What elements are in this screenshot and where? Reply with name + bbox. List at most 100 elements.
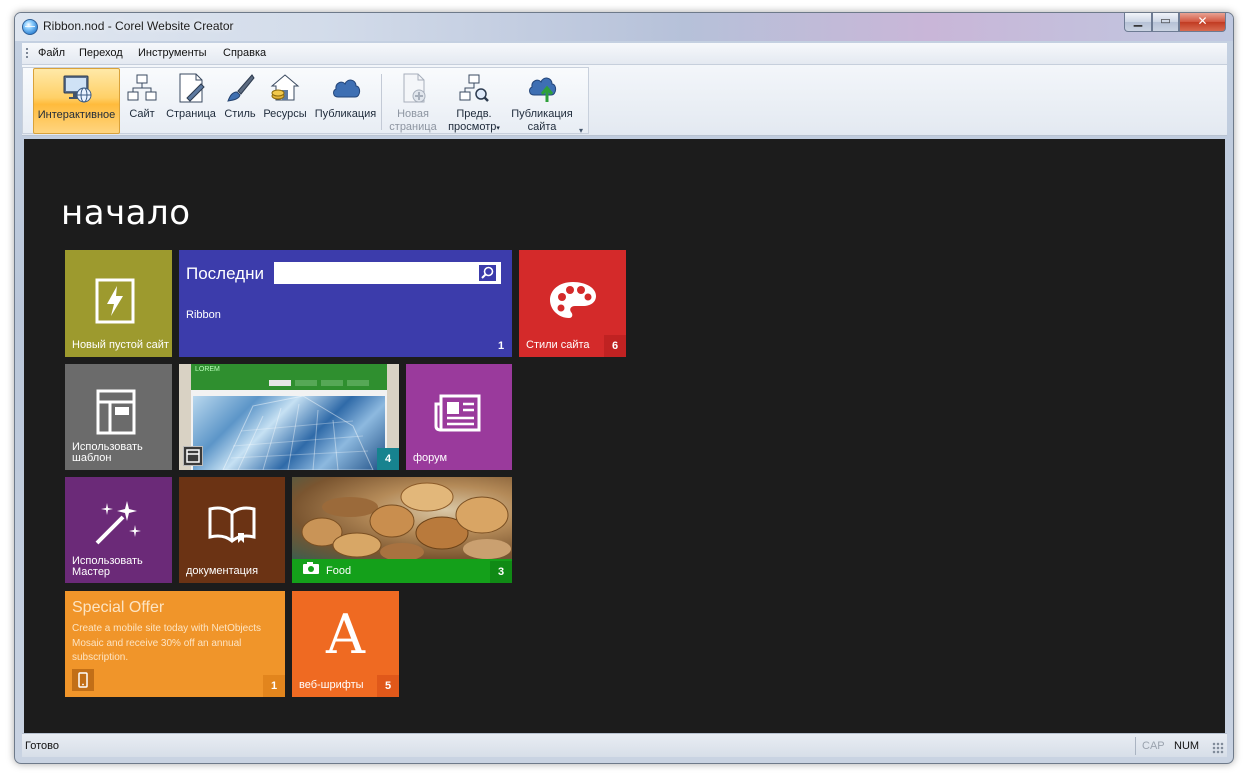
new-page-icon (403, 73, 426, 103)
preview-label-line1: Предв. (456, 108, 492, 120)
magic-wand-icon (95, 501, 141, 545)
new-page-label-line2: страница (389, 121, 437, 133)
recent-search-button[interactable] (478, 264, 497, 282)
resources-label: Ресурсы (263, 108, 307, 120)
special-offer-tile[interactable]: Special Offer Create a mobile site today… (65, 591, 285, 697)
style-button[interactable]: Стиль (222, 68, 258, 134)
maximize-button[interactable]: ▭ (1152, 13, 1179, 32)
food-badge: 3 (490, 561, 512, 583)
food-tile[interactable]: Food 3 (292, 477, 512, 583)
menu-tools[interactable]: Инструменты (138, 47, 207, 59)
menu-navigate[interactable]: Переход (79, 47, 123, 59)
app-window: Ribbon.nod - Corel Website Creator ▁ ▭ ✕… (14, 12, 1234, 764)
resources-house-icon (270, 74, 300, 101)
web-fonts-tile[interactable]: A веб-шрифты 5 (292, 591, 399, 697)
recent-sites-tile[interactable]: Последни Ribbon 1 (179, 250, 512, 357)
use-template-tile[interactable]: Использовать шаблон (65, 364, 172, 470)
close-icon: ✕ (1197, 14, 1208, 28)
documentation-label: документация (186, 565, 259, 577)
new-page-button[interactable]: Новая страница (385, 68, 441, 134)
app-globe-icon[interactable] (22, 19, 38, 35)
template-layout-icon (96, 389, 136, 435)
menu-help[interactable]: Справка (223, 47, 266, 59)
recent-search-input[interactable] (274, 262, 501, 284)
close-button[interactable]: ✕ (1179, 13, 1226, 32)
page-button[interactable]: Страница (163, 68, 219, 134)
web-fonts-label: веб-шрифты (299, 679, 364, 691)
minimize-icon: ▁ (1133, 15, 1143, 27)
cloud-upload-icon (529, 77, 557, 102)
monitor-globe-icon (63, 75, 91, 103)
template-photo-tile[interactable]: LOREM 4 (179, 364, 399, 470)
num-indicator: NUM (1174, 740, 1200, 752)
preview-button[interactable]: Предв. просмотр▾ (443, 68, 505, 134)
ribbon-expand-icon[interactable]: ▾ (579, 126, 583, 135)
publish-label: Публикация (314, 108, 377, 120)
paintbrush-icon (227, 74, 255, 102)
use-wizard-label-line2: Мастер (72, 566, 111, 578)
recent-item-ribbon[interactable]: Ribbon (186, 309, 221, 321)
template-photo-badge: 4 (377, 448, 399, 470)
status-bar: Готово CAP NUM (22, 733, 1227, 757)
start-screen: начало Новый пустой сайт Последни Ribbon… (24, 139, 1225, 733)
recent-title: Последни (186, 264, 264, 283)
new-site-label: Новый пустой сайт (72, 339, 169, 351)
site-label: Сайт (129, 108, 155, 120)
resources-button[interactable]: Ресурсы (261, 68, 309, 134)
use-template-label-line2: шаблон (72, 452, 112, 464)
title-bar[interactable]: Ribbon.nod - Corel Website Creator (15, 13, 1233, 41)
ribbon-panel: Интерактивное Сайт Страница Стиль Ресурс… (22, 67, 589, 135)
ribbon-separator (381, 74, 382, 130)
web-fonts-badge: 5 (377, 675, 399, 697)
special-offer-title: Special Offer (72, 599, 165, 616)
open-book-icon (208, 506, 256, 543)
mobile-phone-icon (72, 669, 94, 691)
special-offer-text: Create a mobile site today with NetObjec… (72, 623, 261, 663)
maximize-icon: ▭ (1160, 15, 1171, 27)
publish-site-button[interactable]: Публикация сайта (508, 68, 576, 134)
search-icon (481, 266, 494, 279)
preview-tree-icon (459, 74, 489, 102)
food-photo (292, 477, 512, 561)
preview-label-line2: просмотр (448, 121, 497, 133)
menu-grip-icon (26, 48, 28, 60)
menu-file[interactable]: Файл (38, 47, 65, 59)
lightning-page-icon (95, 278, 135, 324)
newspaper-icon (434, 394, 481, 432)
template-preview-logo: LOREM (195, 366, 220, 373)
new-site-tile[interactable]: Новый пустой сайт (65, 250, 172, 357)
forum-tile[interactable]: форум (406, 364, 512, 470)
site-tree-icon (127, 74, 157, 101)
status-text: Готово (25, 740, 59, 752)
template-gallery-icon (183, 446, 203, 466)
page-label: Страница (166, 108, 216, 120)
resize-grip-icon[interactable] (1212, 742, 1224, 754)
camera-icon (302, 561, 320, 574)
palette-icon (550, 282, 596, 318)
ribbon-toolbar: Интерактивное Сайт Страница Стиль Ресурс… (22, 65, 1227, 136)
cloud-icon (332, 79, 360, 98)
status-divider (1135, 737, 1136, 755)
recent-badge: 1 (490, 335, 512, 357)
new-page-label-line1: Новая (397, 108, 429, 120)
documentation-tile[interactable]: документация (179, 477, 285, 583)
template-preview-header: LOREM (191, 364, 387, 390)
minimize-button[interactable]: ▁ (1124, 13, 1152, 32)
window-title: Ribbon.nod - Corel Website Creator (43, 19, 234, 33)
special-offer-badge: 1 (263, 675, 285, 697)
publish-site-label-line1: Публикация (511, 108, 573, 120)
site-styles-badge: 6 (604, 335, 626, 357)
template-preview: LOREM (191, 364, 387, 470)
building-photo (193, 395, 385, 470)
food-label: Food (326, 565, 352, 577)
use-wizard-tile[interactable]: Использовать Мастер (65, 477, 172, 583)
caps-indicator: CAP (1142, 740, 1165, 752)
site-styles-label: Стили сайта (526, 339, 590, 351)
site-button[interactable]: Сайт (124, 68, 160, 134)
dropdown-arrow-icon[interactable]: ▾ (496, 125, 500, 132)
page-edit-icon (179, 73, 205, 103)
site-styles-tile[interactable]: Стили сайта 6 (519, 250, 626, 357)
publish-button[interactable]: Публикация (312, 68, 379, 134)
interactive-label: Интерактивное (37, 109, 116, 121)
interactive-button[interactable]: Интерактивное (33, 68, 120, 134)
